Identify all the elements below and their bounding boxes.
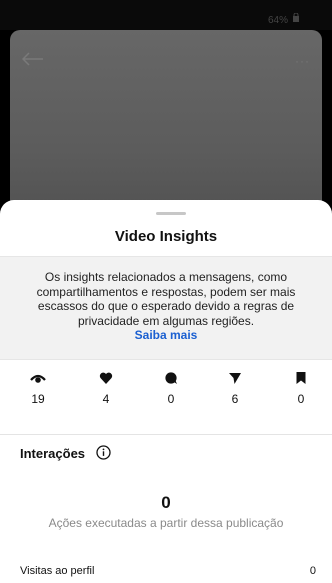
stat-shares: 6: [220, 366, 250, 406]
drag-handle[interactable]: [156, 212, 186, 215]
saves-count: 0: [297, 392, 305, 406]
notice-text: Os insights relacionados a mensagens, co…: [36, 270, 296, 328]
views-icon: [30, 374, 46, 383]
interactions-caption: Ações executadas a partir dessa publicaç…: [48, 516, 284, 530]
stat-views: 19: [23, 366, 53, 406]
interactions-total: 0: [161, 493, 171, 512]
insights-sheet: Video Insights Os insights relacionados …: [0, 200, 332, 583]
privacy-notice: Os insights relacionados a mensagens, co…: [0, 256, 332, 360]
shares-count: 6: [231, 392, 239, 406]
sheet-title: Video Insights: [114, 228, 218, 245]
stat-likes: 4: [91, 366, 121, 406]
stats-row: 19 4 0 6 0: [0, 366, 332, 414]
battery-icon: [293, 13, 299, 22]
send-icon: [229, 373, 241, 384]
section-divider: [0, 434, 332, 435]
back-arrow-icon[interactable]: [22, 52, 44, 66]
views-count: 19: [31, 392, 45, 406]
comment-icon: [165, 372, 177, 384]
battery-level: 64%: [267, 15, 288, 26]
heart-icon: [99, 372, 113, 384]
likes-count: 4: [102, 392, 110, 406]
stat-saves: 0: [286, 366, 316, 406]
more-options-icon[interactable]: ···: [295, 55, 310, 67]
stat-comments: 0: [156, 366, 186, 406]
profile-visits-label: Visitas ao perfil: [20, 565, 95, 577]
info-icon[interactable]: [96, 445, 111, 460]
comments-count: 0: [167, 392, 175, 406]
interactions-heading: Interações: [20, 446, 86, 461]
learn-more-link[interactable]: Saiba mais: [26, 328, 306, 343]
profile-visits-value: 0: [309, 565, 316, 577]
bookmark-icon: [296, 372, 306, 384]
status-bar: 64%: [0, 0, 332, 30]
